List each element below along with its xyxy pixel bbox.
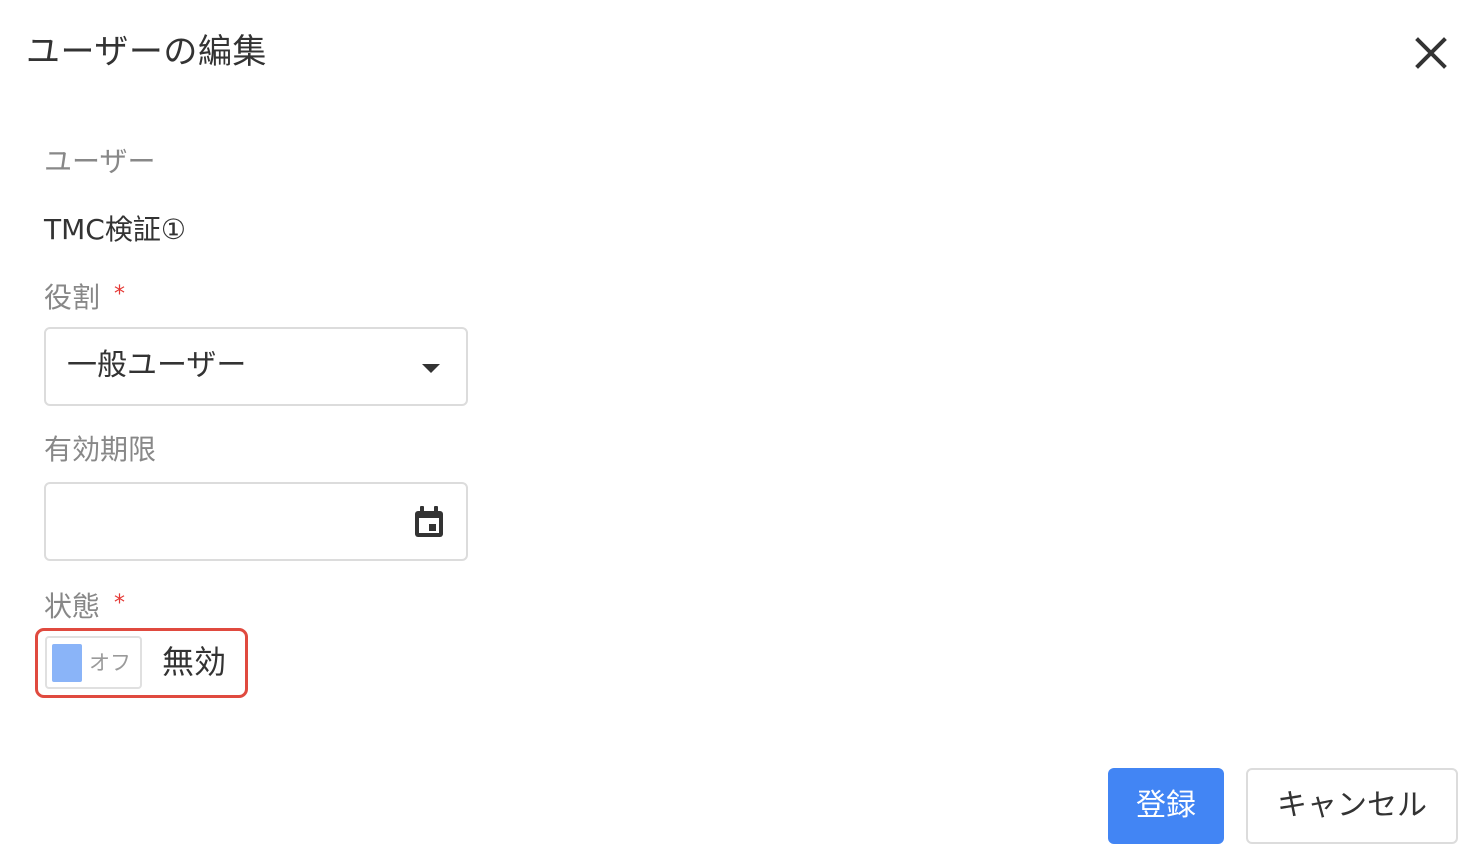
user-label: ユーザー <box>44 145 156 178</box>
status-label-text: 状態 <box>44 590 101 623</box>
role-select-value: 一般ユーザー <box>67 348 247 383</box>
submit-button[interactable]: 登録 <box>1108 768 1224 844</box>
expiry-label: 有効期限 <box>44 433 157 466</box>
role-label: 役割 * <box>44 277 125 316</box>
status-label: 状態 * <box>44 586 125 625</box>
status-toggle[interactable]: オフ <box>45 636 142 689</box>
calendar-icon[interactable] <box>412 505 446 539</box>
required-mark: * <box>114 282 126 307</box>
dialog-title: ユーザーの編集 <box>26 32 267 72</box>
user-value: TMC検証① <box>44 213 186 246</box>
close-icon <box>1415 37 1447 69</box>
required-mark: * <box>114 591 126 616</box>
role-label-text: 役割 <box>44 281 101 314</box>
close-button[interactable] <box>1410 32 1452 74</box>
expiry-date-input[interactable] <box>44 482 468 561</box>
edit-user-dialog: ユーザーの編集 ユーザー TMC検証① 役割 * 一般ユーザー 有効期限 状態 * <box>0 0 1471 850</box>
toggle-thumb[interactable] <box>52 644 82 682</box>
cancel-button[interactable]: キャンセル <box>1246 768 1458 844</box>
status-value-text: 無効 <box>162 643 227 681</box>
role-select[interactable]: 一般ユーザー <box>44 327 468 406</box>
toggle-state-text: オフ <box>89 651 131 675</box>
chevron-down-icon <box>422 364 440 373</box>
